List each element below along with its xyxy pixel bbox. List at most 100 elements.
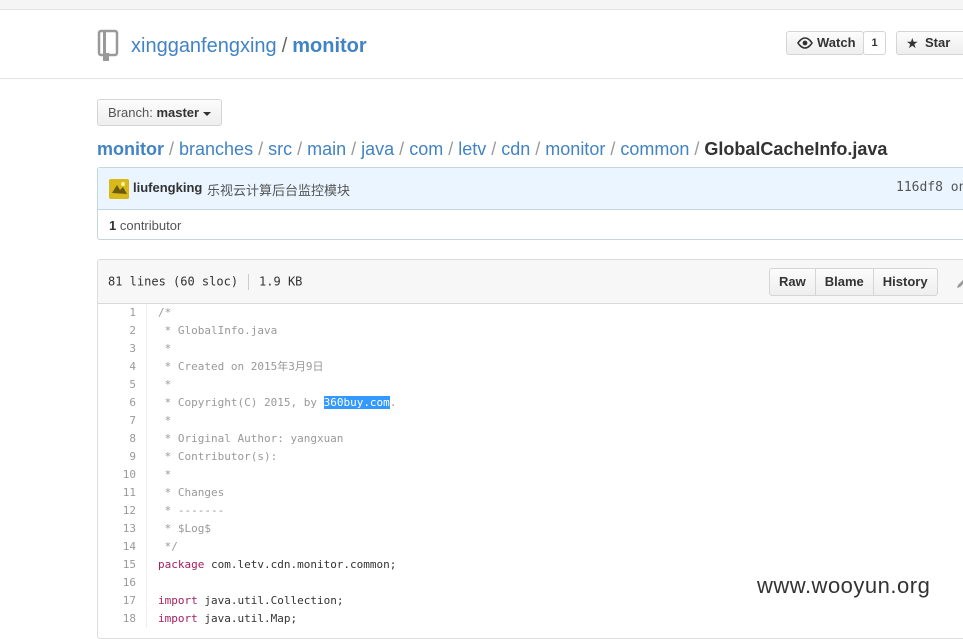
line-number[interactable]: 6 bbox=[98, 394, 147, 412]
code-keyword: import bbox=[158, 612, 198, 625]
line-content: * GlobalInfo.java bbox=[158, 322, 278, 340]
breadcrumb-item[interactable]: monitor bbox=[97, 139, 164, 159]
file-info: 81 lines (60 sloc) 1.9 KB bbox=[108, 274, 302, 290]
file-info-divider bbox=[248, 274, 250, 290]
code-comment: * Created on 2015年3月9日 bbox=[158, 360, 324, 373]
line-number[interactable]: 4 bbox=[98, 358, 147, 376]
code-keyword: import bbox=[158, 594, 198, 607]
commit-summary: liufengking 乐视云计算后台监控模块 116df8 on bbox=[98, 168, 963, 210]
top-header-bar bbox=[0, 0, 963, 10]
line-number[interactable]: 12 bbox=[98, 502, 147, 520]
watermark-text: www.wooyun.org bbox=[757, 573, 931, 598]
breadcrumb-item[interactable]: monitor bbox=[545, 139, 605, 159]
commit-author-link[interactable]: liufengking bbox=[133, 180, 202, 195]
contributors-count: 1 bbox=[109, 218, 117, 233]
line-content: /* bbox=[158, 304, 171, 322]
code-comment: * GlobalInfo.java bbox=[158, 324, 278, 337]
line-content: * Changes bbox=[158, 484, 225, 502]
repo-book-icon bbox=[97, 29, 119, 61]
line-number[interactable]: 10 bbox=[98, 466, 147, 484]
branch-name: master bbox=[156, 105, 200, 120]
line-number[interactable]: 5 bbox=[98, 376, 147, 394]
branch-selector[interactable]: Branch: master bbox=[97, 99, 222, 126]
line-content: * Copyright(C) 2015, by 360buy.com. bbox=[158, 394, 396, 412]
line-content: * $Log$ bbox=[158, 520, 211, 538]
line-content: * Contributor(s): bbox=[158, 448, 278, 466]
line-number[interactable]: 11 bbox=[98, 484, 147, 502]
repo-owner-link[interactable]: xingganfengxing bbox=[131, 35, 277, 57]
line-number[interactable]: 7 bbox=[98, 412, 147, 430]
pencil-icon[interactable] bbox=[956, 277, 963, 289]
code-line: 12 * ------- bbox=[98, 502, 963, 520]
code-line: 4 * Created on 2015年3月9日 bbox=[98, 358, 963, 376]
code-comment: * bbox=[158, 342, 172, 355]
breadcrumb-separator: / bbox=[535, 139, 541, 159]
file-size: 1.9 KB bbox=[259, 274, 303, 289]
caret-down-icon bbox=[203, 111, 212, 116]
repo-title-separator: / bbox=[281, 35, 288, 57]
contributors-summary[interactable]: 1 contributor bbox=[109, 218, 181, 233]
star-icon: ★ bbox=[906, 35, 919, 51]
code-text: java.util.Collection; bbox=[197, 594, 344, 607]
breadcrumb-item[interactable]: java bbox=[361, 139, 394, 159]
commit-sha-link[interactable]: 116df8 on bbox=[896, 180, 963, 195]
avatar[interactable] bbox=[109, 179, 129, 199]
line-number[interactable]: 2 bbox=[98, 322, 147, 340]
raw-button[interactable]: Raw bbox=[769, 268, 816, 296]
breadcrumb-file-name: GlobalCacheInfo.java bbox=[704, 139, 888, 159]
line-number[interactable]: 16 bbox=[98, 574, 147, 592]
line-number[interactable]: 9 bbox=[98, 448, 147, 466]
star-label: Star bbox=[925, 35, 951, 50]
breadcrumb-item[interactable]: src bbox=[268, 139, 292, 159]
breadcrumb-item[interactable]: main bbox=[307, 139, 346, 159]
breadcrumb: monitor / branches / src / main / java / com / letv /… bbox=[97, 137, 887, 161]
file-header: 81 lines (60 sloc) 1.9 KB Raw Blame Histo… bbox=[98, 260, 963, 304]
line-number[interactable]: 18 bbox=[98, 610, 147, 628]
breadcrumb-separator: / bbox=[610, 139, 616, 159]
watch-button[interactable]: Watch bbox=[786, 31, 864, 55]
code-comment: */ bbox=[158, 540, 178, 553]
breadcrumb-item[interactable]: cdn bbox=[501, 139, 530, 159]
line-content: import java.util.Collection; bbox=[158, 592, 343, 610]
line-number[interactable]: 17 bbox=[98, 592, 147, 610]
code-comment: * Original Author: yangxuan bbox=[158, 432, 344, 445]
code-line: 9 * Contributor(s): bbox=[98, 448, 963, 466]
breadcrumb-item[interactable]: branches bbox=[179, 139, 253, 159]
line-number[interactable]: 15 bbox=[98, 556, 147, 574]
file-lines-info: 81 lines (60 sloc) bbox=[108, 274, 239, 289]
code-line: 10 * bbox=[98, 466, 963, 484]
code-line: 2 * GlobalInfo.java bbox=[98, 322, 963, 340]
history-button[interactable]: History bbox=[872, 268, 938, 296]
watch-count[interactable]: 1 bbox=[863, 31, 886, 55]
code-comment: * $Log$ bbox=[158, 522, 211, 535]
breadcrumb-item[interactable]: common bbox=[620, 139, 689, 159]
code-comment: * Copyright(C) 2015, by bbox=[158, 396, 324, 409]
code-comment: * bbox=[158, 468, 172, 481]
breadcrumb-separator: / bbox=[491, 139, 497, 159]
breadcrumb-separator: / bbox=[694, 139, 700, 159]
blame-button[interactable]: Blame bbox=[814, 268, 874, 296]
commit-message[interactable]: 乐视云计算后台监控模块 bbox=[207, 180, 350, 199]
line-number[interactable]: 14 bbox=[98, 538, 147, 556]
line-content: * Created on 2015年3月9日 bbox=[158, 358, 324, 376]
line-content: * bbox=[158, 340, 172, 358]
breadcrumb-separator: / bbox=[351, 139, 357, 159]
code-line: 5 * bbox=[98, 376, 963, 394]
star-button[interactable]: ★ Star bbox=[896, 31, 963, 55]
code-line: 11 * Changes bbox=[98, 484, 963, 502]
line-number[interactable]: 8 bbox=[98, 430, 147, 448]
line-number[interactable]: 1 bbox=[98, 304, 147, 322]
breadcrumb-item[interactable]: com bbox=[409, 139, 443, 159]
line-content: * bbox=[158, 412, 172, 430]
code-text: java.util.Map; bbox=[197, 612, 298, 625]
code-comment: * bbox=[158, 378, 172, 391]
file-actions: Raw Blame History bbox=[769, 268, 938, 296]
breadcrumb-separator: / bbox=[297, 139, 303, 159]
breadcrumb-item[interactable]: letv bbox=[458, 139, 486, 159]
code-comment: * ------- bbox=[158, 504, 225, 517]
breadcrumb-separator: / bbox=[399, 139, 405, 159]
line-content: import java.util.Map; bbox=[158, 610, 297, 628]
line-number[interactable]: 3 bbox=[98, 340, 147, 358]
line-number[interactable]: 13 bbox=[98, 520, 147, 538]
repo-name-link[interactable]: monitor bbox=[292, 35, 366, 57]
